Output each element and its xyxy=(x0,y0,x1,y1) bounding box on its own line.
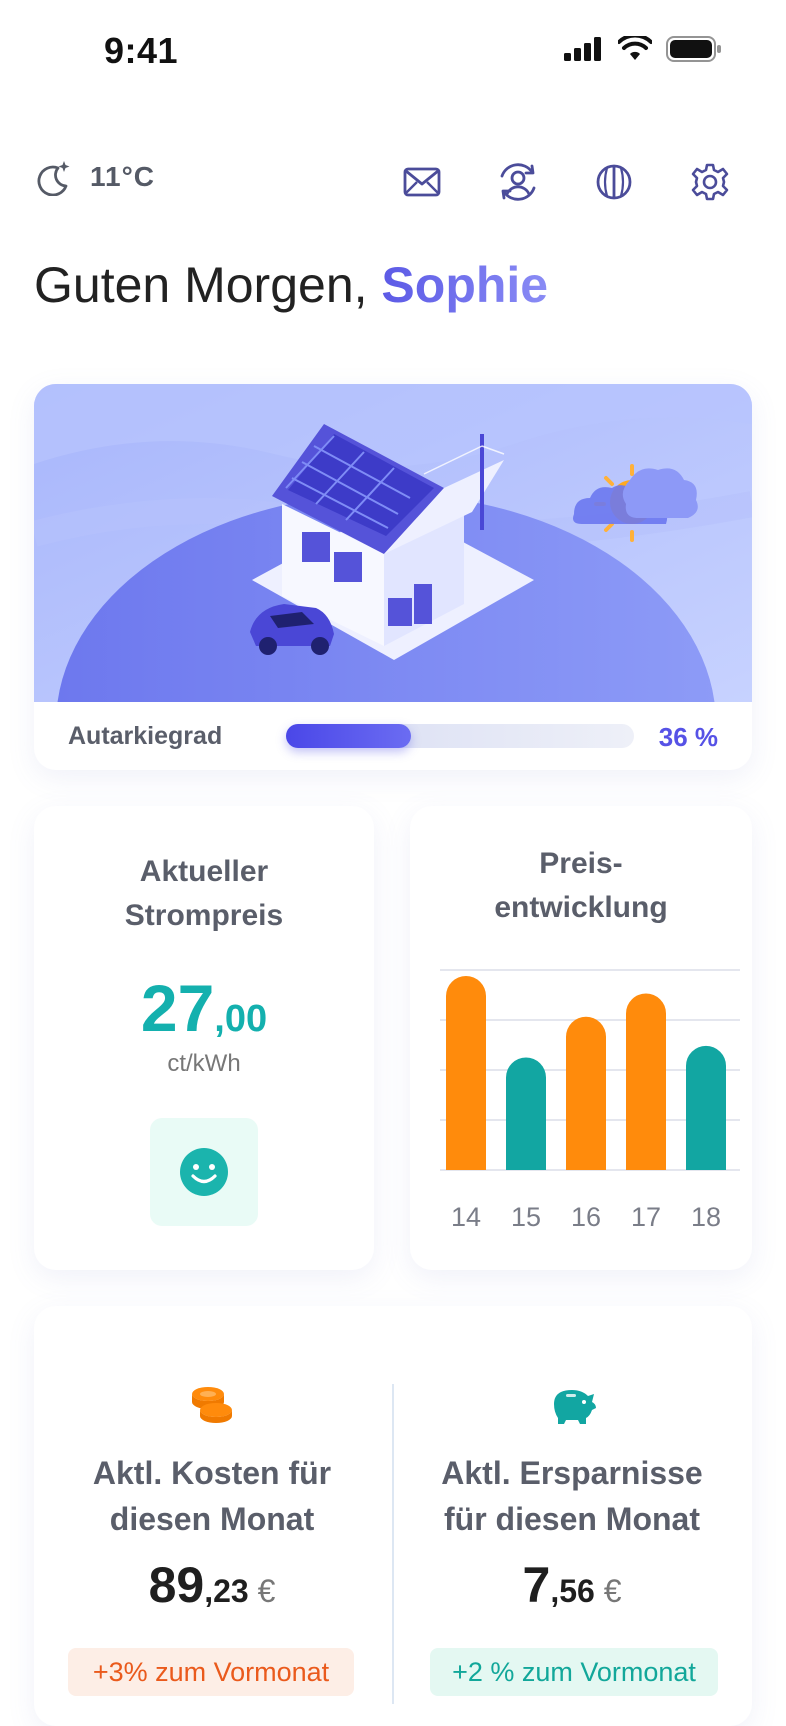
savings-main: 7 xyxy=(522,1557,551,1613)
price-unit: ct/kWh xyxy=(167,1050,241,1077)
trend-card-title-2: entwicklung xyxy=(494,891,668,924)
savings-value: 7,56 € xyxy=(402,1556,742,1614)
cost-currency: € xyxy=(248,1573,276,1609)
theme-toggle-icon xyxy=(596,164,632,200)
house-illustration xyxy=(34,384,752,702)
chart-xtick-label: 18 xyxy=(691,1202,721,1232)
piggy-bank-icon xyxy=(554,1390,596,1424)
cost-decimal: ,23 xyxy=(204,1573,249,1609)
theme-toggle-button[interactable] xyxy=(590,158,638,206)
current-price-value: 27,00 xyxy=(34,970,374,1046)
settings-button[interactable] xyxy=(686,158,734,206)
user-name: Sophie xyxy=(381,257,549,313)
profile-sync-button[interactable] xyxy=(494,158,542,206)
coins-icon xyxy=(192,1387,232,1423)
price-trend-chart: 14 15 16 17 18 xyxy=(440,969,740,1232)
weather-widget: 11°C xyxy=(36,158,155,196)
chart-bar-17 xyxy=(626,993,666,1170)
savings-title-2: für diesen Monat xyxy=(443,1501,700,1537)
chart-bar-16 xyxy=(566,1016,606,1170)
autarky-progress xyxy=(286,724,634,748)
status-time: 9:41 xyxy=(104,30,179,71)
savings-title-1: Aktl. Ersparnisse xyxy=(441,1455,703,1491)
chart-xtick-label: 15 xyxy=(511,1202,541,1232)
cost-title-1: Aktl. Kosten für xyxy=(92,1455,332,1491)
autarky-progress-fill xyxy=(286,724,412,748)
chart-xtick-label: 17 xyxy=(631,1202,661,1232)
price-card-title-1: Aktueller xyxy=(139,855,269,888)
chart-bar-15 xyxy=(506,1057,546,1170)
trend-card-title-1: Preis- xyxy=(539,847,623,880)
savings-decimal: ,56 xyxy=(550,1573,595,1609)
wifi-icon xyxy=(618,36,652,60)
chart-xtick-label: 16 xyxy=(571,1202,601,1232)
price-mood-indicator xyxy=(150,1118,258,1226)
battery-icon xyxy=(666,36,721,62)
price-main: 27 xyxy=(140,971,215,1045)
chart-bar-18 xyxy=(686,1045,726,1170)
cost-change-badge: +3% zum Vormonat xyxy=(68,1648,354,1696)
smiley-icon xyxy=(180,1148,228,1196)
mail-button[interactable] xyxy=(398,158,446,206)
signal-icon xyxy=(564,37,601,61)
mail-icon xyxy=(403,167,441,197)
user-sync-icon xyxy=(500,163,536,201)
chart-xtick-label: 14 xyxy=(451,1202,481,1232)
greeting-prefix: Guten Morgen, xyxy=(34,257,382,313)
greeting: Guten Morgen, Sophie xyxy=(34,256,548,314)
temperature: 11°C xyxy=(90,161,156,192)
cost-title-2: diesen Monat xyxy=(109,1501,315,1537)
savings-change-badge: +2 % zum Vormonat xyxy=(430,1648,718,1696)
summary-divider xyxy=(392,1384,394,1704)
autarky-label: Autarkiegrad xyxy=(68,722,223,750)
chart-bar-14 xyxy=(446,976,486,1170)
moon-stars-icon xyxy=(37,161,70,196)
price-decimal: ,00 xyxy=(214,998,268,1040)
cost-value: 89,23 € xyxy=(42,1556,382,1614)
status-icons xyxy=(564,36,722,62)
autarky-value: 36 % xyxy=(658,722,718,752)
savings-currency: € xyxy=(594,1573,622,1609)
price-card-title-2: Strompreis xyxy=(124,899,284,932)
cost-main: 89 xyxy=(148,1557,205,1613)
gear-icon xyxy=(691,163,729,201)
autarky-card[interactable]: Autarkiegrad 36 % xyxy=(34,384,752,770)
